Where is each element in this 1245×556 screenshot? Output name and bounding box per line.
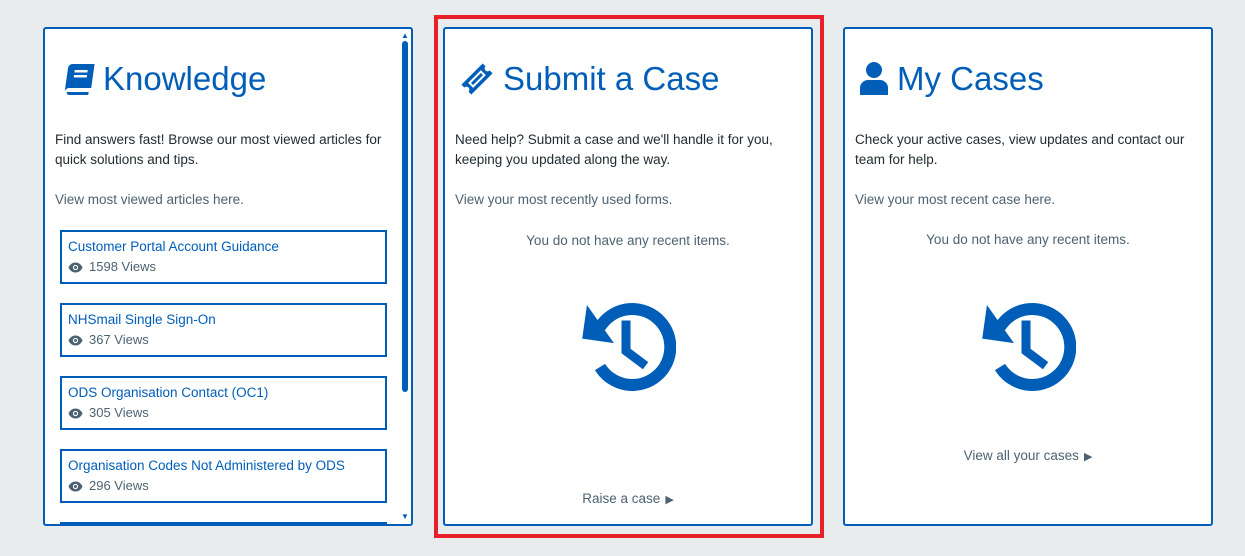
scroll-thumb[interactable] <box>402 41 408 392</box>
article-views: 305 Views <box>89 405 149 420</box>
submit-title-text: Submit a Case <box>503 60 720 97</box>
eye-icon <box>68 262 83 273</box>
article-title: ODS Organisation Contact (OC1) <box>68 385 269 400</box>
eye-icon <box>68 481 83 492</box>
article-title: NHSmail Single Sign-On <box>68 312 216 327</box>
mycases-title: My Cases <box>859 57 1044 101</box>
article-views: 1598 Views <box>89 259 156 274</box>
submit-sub: View your most recently used forms. <box>455 192 673 207</box>
article-title: Organisation Codes Not Administered by O… <box>68 458 345 473</box>
user-icon <box>859 61 889 97</box>
mycases-description: Check your active cases, view updates an… <box>855 132 1185 167</box>
knowledge-description: Find answers fast! Browse our most viewe… <box>55 132 382 167</box>
eye-icon <box>68 335 83 346</box>
mycases-sub: View your most recent case here. <box>855 192 1056 207</box>
scroll-up-arrow-icon[interactable]: ▲ <box>400 31 410 41</box>
knowledge-sub: View most viewed articles here. <box>55 192 244 207</box>
article-item-partial[interactable] <box>60 522 387 524</box>
history-icon <box>980 297 1076 393</box>
article-item[interactable]: Customer Portal Account Guidance 1598 Vi… <box>60 230 387 284</box>
article-item[interactable]: Organisation Codes Not Administered by O… <box>60 449 387 503</box>
my-cases-card: My Cases Check your active cases, view u… <box>843 27 1213 526</box>
view-all-cases-label: View all your cases <box>963 448 1079 463</box>
mycases-empty-message: You do not have any recent items. <box>926 232 1130 247</box>
mycases-title-text: My Cases <box>897 60 1044 97</box>
history-icon <box>580 297 676 393</box>
knowledge-card: Knowledge Find answers fast! Browse our … <box>43 27 413 526</box>
submit-title: Submit a Case <box>459 57 719 101</box>
article-views: 367 Views <box>89 332 149 347</box>
submit-description: Need help? Submit a case and we'll handl… <box>455 132 773 167</box>
submit-empty-message: You do not have any recent items. <box>526 233 730 248</box>
raise-case-label: Raise a case <box>582 491 661 506</box>
view-all-cases-link[interactable]: View all your cases ▶ <box>845 446 1211 467</box>
knowledge-scrollbar[interactable]: ▲ ▼ <box>399 29 411 524</box>
eye-icon <box>68 408 83 419</box>
article-item[interactable]: ODS Organisation Contact (OC1) 305 Views <box>60 376 387 430</box>
play-arrow-icon: ▶ <box>1080 451 1093 463</box>
submit-case-card: Submit a Case Need help? Submit a case a… <box>443 27 813 526</box>
scroll-down-arrow-icon[interactable]: ▼ <box>400 512 410 522</box>
article-views: 296 Views <box>89 478 149 493</box>
ticket-icon <box>459 61 495 97</box>
article-item[interactable]: NHSmail Single Sign-On 367 Views <box>60 303 387 357</box>
play-arrow-icon: ▶ <box>662 494 674 506</box>
article-title: Customer Portal Account Guidance <box>68 239 279 254</box>
knowledge-title-text: Knowledge <box>103 60 267 97</box>
book-icon <box>59 61 95 97</box>
raise-case-link[interactable]: Raise a case ▶ <box>445 489 811 510</box>
knowledge-title: Knowledge <box>59 57 266 101</box>
